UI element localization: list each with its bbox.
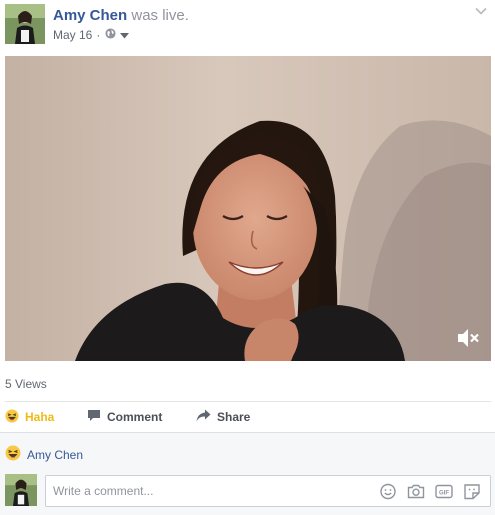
comment-button[interactable]: Comment <box>87 402 162 432</box>
post-actions-bar: Haha Comment Share <box>0 402 495 432</box>
author-name[interactable]: Amy Chen <box>53 7 127 24</box>
haha-reaction-button[interactable]: Haha <box>5 402 54 432</box>
comment-label: Comment <box>107 410 163 424</box>
author-avatar[interactable] <box>5 4 45 44</box>
haha-emoji-icon <box>5 445 21 464</box>
post-title: Amy Chen was live. <box>53 7 189 25</box>
comment-composer: GIF <box>45 475 491 507</box>
haha-emoji-icon <box>5 408 19 426</box>
audience-dropdown-icon[interactable] <box>120 28 130 42</box>
reactor-name[interactable]: Amy Chen <box>27 448 83 462</box>
comments-section: Amy Chen Write a comment... GIF <box>0 432 495 515</box>
meta-separator: · <box>96 28 101 42</box>
haha-label: Haha <box>25 410 55 424</box>
post-action-text: was live. <box>131 7 189 24</box>
globe-icon <box>105 28 116 42</box>
share-label: Share <box>217 410 251 424</box>
post-header: Amy Chen was live. May 16 · <box>0 0 495 56</box>
live-video-post: Amy Chen was live. May 16 · 5 Views Haha… <box>0 0 495 515</box>
video-player[interactable] <box>5 56 491 361</box>
emoji-icon[interactable] <box>379 483 397 500</box>
post-meta: May 16 · <box>53 28 130 42</box>
chevron-down-icon[interactable] <box>474 4 488 18</box>
reaction-summary[interactable]: Amy Chen <box>5 445 83 464</box>
speaker-muted-icon[interactable] <box>455 326 481 350</box>
view-count[interactable]: 5 Views <box>5 377 47 391</box>
svg-text:GIF: GIF <box>439 490 449 496</box>
share-icon <box>196 409 211 425</box>
camera-icon[interactable] <box>407 483 425 500</box>
comment-icon <box>87 409 101 425</box>
share-button[interactable]: Share <box>196 402 250 432</box>
video-frame <box>5 56 491 361</box>
gif-icon[interactable]: GIF <box>435 483 453 500</box>
sticker-icon[interactable] <box>463 483 481 500</box>
post-date[interactable]: May 16 <box>53 28 92 42</box>
comment-input[interactable] <box>53 476 373 506</box>
viewer-avatar <box>5 474 37 506</box>
